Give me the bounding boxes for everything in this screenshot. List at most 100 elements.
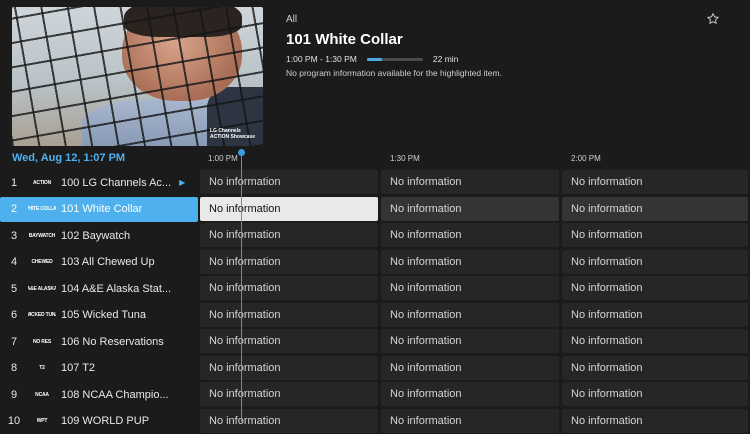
program-cell[interactable]: No information <box>562 170 748 194</box>
channel-logo: CHEWED <box>31 259 53 265</box>
program-cell[interactable]: No information <box>381 196 559 221</box>
program-cell[interactable]: No information <box>381 355 559 380</box>
channel-logo: T2 <box>39 365 45 371</box>
channel-number: 3 <box>10 229 18 242</box>
guide-row: 9 NCAA 108 NCAA Champio... No information No… <box>0 382 750 407</box>
channel-logo: BAYWATCH <box>28 232 56 239</box>
channel-logo: WICKED TUNA <box>28 312 56 318</box>
channel-name: 104 A&E Alaska Stat... <box>61 282 172 295</box>
program-cell[interactable]: No information <box>381 276 559 300</box>
preview-net-overlay <box>12 7 263 146</box>
program-cell[interactable]: No information <box>381 329 559 353</box>
program-remaining: 22 min <box>432 54 459 64</box>
guide-row: 8 T2 107 T2 No information No information No … <box>0 355 750 381</box>
channel-logo: WHITE COLLAR <box>28 206 56 212</box>
guide-row: 4 CHEWED 103 All Chewed Up No information No… <box>0 249 750 275</box>
channel-name: 101 White Collar <box>61 203 143 215</box>
program-cell[interactable]: No information <box>381 170 559 194</box>
category-label: All <box>286 14 298 25</box>
program-cell[interactable]: No information <box>200 355 378 380</box>
program-cell[interactable]: No information <box>381 302 559 327</box>
current-time-line <box>241 152 242 422</box>
program-cell[interactable]: No information <box>562 329 748 353</box>
channel-logo: NO RES <box>33 338 51 345</box>
channel-logo: A&E ALASKA <box>28 285 56 292</box>
guide-row: 1 ACTION 100 LG Channels Ac... ▶ No informat… <box>0 170 750 195</box>
channel-number: 10 <box>7 415 21 427</box>
channel-number: 8 <box>10 362 18 374</box>
program-cell[interactable]: No information <box>562 276 748 300</box>
channel-item[interactable]: 7 NO RES 106 No Reservations <box>0 329 198 354</box>
program-description: No program information available for the… <box>286 68 502 78</box>
channel-item[interactable]: 2 WHITE COLLAR 101 White Collar <box>0 196 198 222</box>
channel-number: 7 <box>10 335 18 348</box>
program-cell[interactable]: No information <box>562 408 748 433</box>
channel-watermark-logo: LG Channels ACTION Showcase <box>209 128 255 140</box>
video-preview[interactable]: LG Channels ACTION Showcase <box>12 7 263 146</box>
guide-row: 6 WICKED TUNA 105 Wicked Tuna No informatio… <box>0 302 750 328</box>
channel-item[interactable]: 10 WPT 109 WORLD PUP <box>0 409 198 434</box>
program-cell[interactable]: No information <box>562 355 748 380</box>
channel-item[interactable]: 4 CHEWED 103 All Chewed Up <box>0 250 198 275</box>
program-time-row: 1:00 PM - 1:30 PM 22 min <box>286 54 738 64</box>
channel-item[interactable]: 5 A&E ALASKA 104 A&E Alaska Stat... <box>0 276 198 301</box>
program-cell[interactable]: No information <box>562 196 748 221</box>
channel-item[interactable]: 1 ACTION 100 LG Channels Ac... ▶ <box>0 170 198 195</box>
time-slot-header: 1:00 PM <box>208 154 238 163</box>
channel-logo: WPT <box>36 418 48 424</box>
program-cell[interactable]: No information <box>200 196 378 221</box>
program-cell[interactable]: No information <box>200 170 378 194</box>
channel-item[interactable]: 8 T2 107 T2 <box>0 356 198 381</box>
current-time-marker <box>238 149 245 156</box>
program-cell[interactable]: No information <box>200 302 378 327</box>
channel-name: 108 NCAA Champio... <box>61 388 169 401</box>
program-cell[interactable]: No information <box>381 408 559 433</box>
channel-name: 105 Wicked Tuna <box>61 309 146 321</box>
guide-date-time: Wed, Aug 12, 1:07 PM <box>12 152 126 164</box>
program-cell[interactable]: No information <box>562 223 748 247</box>
channel-number: 4 <box>10 256 18 268</box>
program-progress-bar <box>366 57 423 61</box>
time-slot-header: 1:30 PM <box>390 154 420 163</box>
star-outline-icon[interactable] <box>706 12 720 26</box>
guide-row: 5 A&E ALASKA 104 A&E Alaska Stat... No info… <box>0 276 750 301</box>
channel-number: 6 <box>10 309 18 321</box>
program-cell[interactable]: No information <box>562 302 748 327</box>
program-cell[interactable]: No information <box>200 276 378 300</box>
guide-row: 10 WPT 109 WORLD PUP No information No infor… <box>0 408 750 434</box>
program-cell[interactable]: No information <box>381 223 559 247</box>
program-cell[interactable]: No information <box>200 382 378 406</box>
channel-name: 100 LG Channels Ac... <box>61 176 172 189</box>
program-cell[interactable]: No information <box>562 249 748 274</box>
play-arrow-icon: ▶ <box>179 178 186 187</box>
channel-number: 5 <box>10 282 18 295</box>
channel-name: 103 All Chewed Up <box>61 256 155 268</box>
channel-item[interactable]: 9 NCAA 108 NCAA Champio... <box>0 382 198 407</box>
program-cell[interactable]: No information <box>562 382 748 406</box>
channel-name: 107 T2 <box>61 362 96 374</box>
progress-fill <box>366 57 382 61</box>
channel-number: 9 <box>10 388 18 401</box>
channel-item[interactable]: 3 BAYWATCH 102 Baywatch <box>0 223 198 248</box>
time-slot-header: 2:00 PM <box>571 154 601 163</box>
program-time-range: 1:00 PM - 1:30 PM <box>286 54 357 64</box>
program-cell[interactable]: No information <box>381 249 559 274</box>
program-cell[interactable]: No information <box>200 408 378 433</box>
channel-name: 106 No Reservations <box>61 335 164 348</box>
program-title: 101 White Collar <box>286 31 403 48</box>
channel-number: 2 <box>10 203 18 215</box>
channel-number: 1 <box>10 176 18 189</box>
guide-row: 7 NO RES 106 No Reservations No information… <box>0 329 750 354</box>
channel-name: 102 Baywatch <box>61 229 131 242</box>
program-cell[interactable]: No information <box>381 382 559 406</box>
channel-item[interactable]: 6 WICKED TUNA 105 Wicked Tuna <box>0 303 198 328</box>
guide-row: 2 WHITE COLLAR 101 White Collar No informat… <box>0 196 750 222</box>
program-cell[interactable]: No information <box>200 249 378 274</box>
program-cell[interactable]: No information <box>200 329 378 353</box>
channel-logo: NCAA <box>35 391 49 398</box>
program-cell[interactable]: No information <box>200 223 378 247</box>
guide-row: 3 BAYWATCH 102 Baywatch No information No in… <box>0 223 750 248</box>
program-info-panel: All 101 White Collar 1:00 PM - 1:30 PM 2… <box>286 14 738 78</box>
channel-logo: ACTION <box>33 179 51 186</box>
channel-name: 109 WORLD PUP <box>61 415 150 427</box>
